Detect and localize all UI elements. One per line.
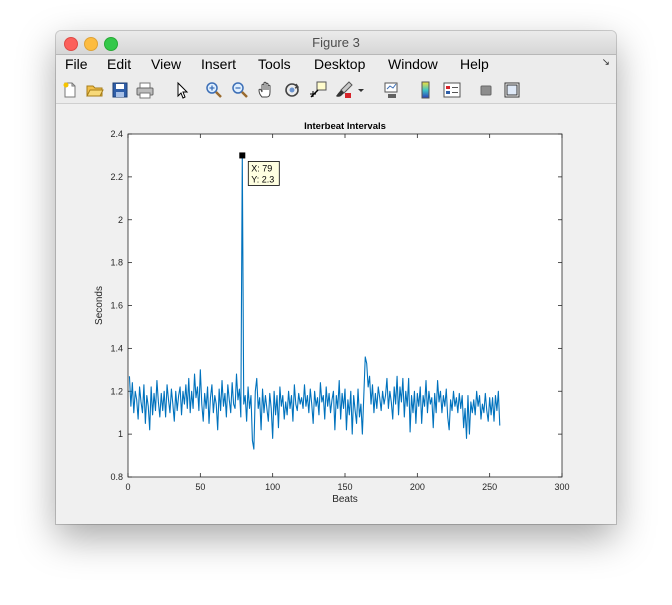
figure-canvas: 0 50 100 150 200 250 300 0.8 1 1.2 1.4 1.6 1.8 2 2.2 2.… (56, 104, 616, 524)
x-tick-label: 150 (337, 482, 352, 492)
y-tick-label: 1.6 (110, 301, 123, 311)
x-tick-label: 50 (195, 482, 205, 492)
title-bar[interactable]: Figure 3 (56, 31, 616, 55)
y-tick-label: 2 (118, 215, 123, 225)
interbeat-chart: 0 50 100 150 200 250 300 0.8 1 1.2 1.4 1.6 1.8 2 2.2 2.… (94, 121, 570, 505)
menu-desktop[interactable]: Desktop (314, 56, 365, 72)
zoom-in-icon[interactable] (204, 80, 224, 100)
pointer-icon[interactable] (172, 80, 192, 100)
figure-toolbar (56, 76, 616, 104)
zoom-out-icon[interactable] (230, 80, 250, 100)
datatip-x-text: X: 79 (251, 163, 272, 173)
y-tick-label: 1 (118, 429, 123, 439)
pan-hand-icon[interactable] (256, 80, 276, 100)
y-tick-label: 2.4 (110, 129, 123, 139)
link-plot-icon[interactable] (382, 80, 402, 100)
x-axis-label: Beats (332, 494, 358, 505)
menu-view[interactable]: View (151, 56, 181, 72)
menu-help[interactable]: Help (460, 56, 489, 72)
x-tick-label: 300 (554, 482, 569, 492)
menu-tools[interactable]: Tools (258, 56, 291, 72)
y-axis-label: Seconds (94, 286, 105, 325)
y-tick-label: 2.2 (110, 172, 123, 182)
x-tick-label: 100 (265, 482, 280, 492)
brush-dropdown-icon[interactable] (356, 80, 366, 100)
menu-file[interactable]: File (65, 56, 88, 72)
new-figure-icon[interactable] (60, 80, 80, 100)
datatip-y-text: Y: 2.3 (251, 174, 274, 184)
y-tick-label: 0.8 (110, 472, 123, 482)
figure-window: Figure 3 File Edit View Insert Tools Des… (56, 31, 616, 524)
legend-icon[interactable] (442, 80, 462, 100)
hide-plot-tools-icon[interactable] (476, 80, 496, 100)
dock-arrow-icon[interactable]: ↘ (602, 57, 610, 68)
y-tick-label: 1.4 (110, 343, 123, 353)
y-tick-label: 1.2 (110, 386, 123, 396)
y-tick-label: 1.8 (110, 258, 123, 268)
datatip-marker (239, 152, 246, 159)
x-tick-label: 0 (125, 482, 130, 492)
open-file-icon[interactable] (85, 80, 105, 100)
plot-area (127, 133, 563, 478)
menu-insert[interactable]: Insert (201, 56, 236, 72)
menu-bar: File Edit View Insert Tools Desktop Wind… (56, 55, 616, 75)
rotate-3d-icon[interactable] (282, 80, 302, 100)
data-cursor-icon[interactable] (308, 80, 328, 100)
colorbar-icon[interactable] (416, 80, 436, 100)
menu-window[interactable]: Window (388, 56, 438, 72)
brush-icon[interactable] (334, 80, 354, 100)
show-plot-tools-icon[interactable] (502, 80, 522, 100)
window-title: Figure 3 (312, 35, 360, 50)
x-tick-label: 250 (482, 482, 497, 492)
menu-edit[interactable]: Edit (107, 56, 131, 72)
save-icon[interactable] (110, 80, 130, 100)
chart-title: Interbeat Intervals (304, 121, 386, 132)
x-tick-label: 200 (410, 482, 425, 492)
print-icon[interactable] (135, 80, 155, 100)
